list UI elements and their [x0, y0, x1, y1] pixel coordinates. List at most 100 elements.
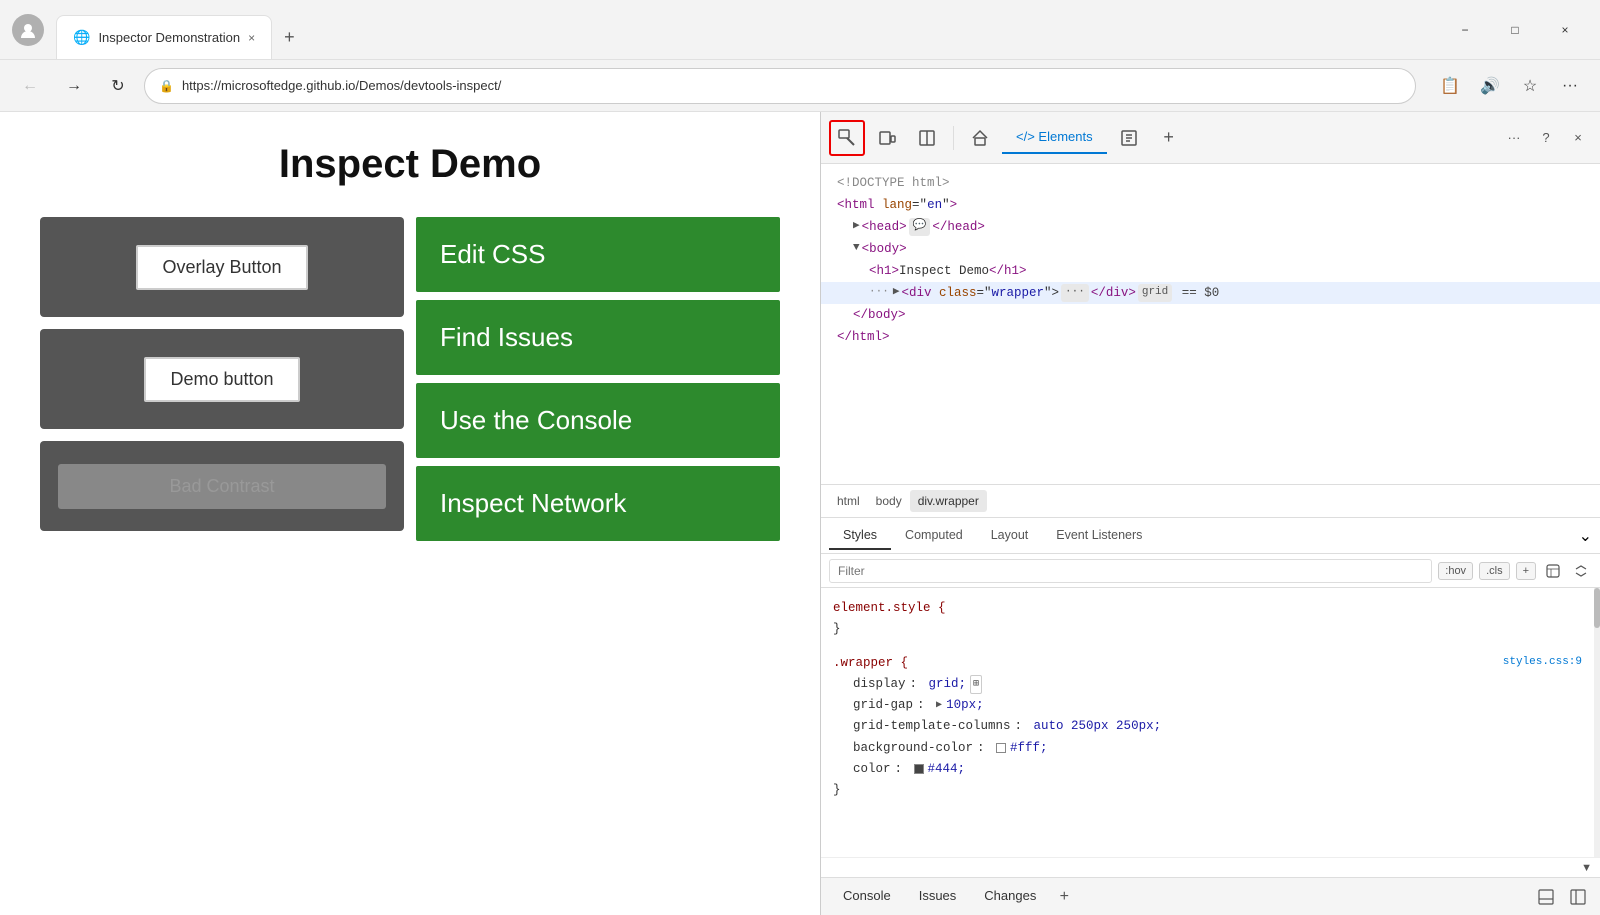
html-line-close-body: </body>: [821, 304, 1600, 326]
console-tab[interactable]: Console: [829, 882, 905, 911]
html-line-h1: <h1> Inspect Demo </h1>: [821, 260, 1600, 282]
html-panel: <!DOCTYPE html> <html lang =" en " > ▶ <…: [821, 164, 1600, 484]
scroll-down-indicator: ▼: [821, 857, 1600, 877]
changes-tab[interactable]: Changes: [970, 882, 1050, 911]
devtools-toolbar: </> Elements + ··· ? ×: [821, 112, 1600, 164]
element-style-selector: element.style {: [833, 598, 1582, 619]
elements-tab[interactable]: </> Elements: [1002, 121, 1107, 154]
layout-tab[interactable]: Layout: [977, 522, 1043, 550]
css-prop-bg-color: background-color : #fff;: [833, 738, 1582, 759]
styles-filter-input[interactable]: [829, 559, 1432, 583]
inspect-network-button[interactable]: Inspect Network: [416, 466, 780, 541]
plus-button[interactable]: +: [1151, 120, 1187, 156]
grid-icon: ⊞: [970, 675, 982, 694]
overlay-button[interactable]: Overlay Button: [136, 245, 307, 290]
bottom-right-icons: [1532, 883, 1592, 911]
settings-icon[interactable]: ···: [1552, 68, 1588, 104]
demo-grid: Overlay Button Demo button Bad Contrast …: [40, 217, 780, 541]
tab-bar: 🌐 Inspector Demonstration × +: [56, 0, 1442, 59]
styles-dropdown[interactable]: ⌄: [1579, 526, 1592, 546]
read-aloud-icon[interactable]: 🔊: [1472, 68, 1508, 104]
right-column: Edit CSS Find Issues Use the Console Ins…: [416, 217, 780, 541]
forward-button[interactable]: →: [56, 68, 92, 104]
computed-tab[interactable]: Computed: [891, 522, 977, 550]
css-prop-grid-gap: grid-gap : ▶ 10px;: [833, 695, 1582, 716]
tab-title: Inspector Demonstration: [98, 30, 240, 45]
device-emulation-button[interactable]: [869, 120, 905, 156]
devtools-panel: </> Elements + ··· ? ×: [820, 112, 1600, 915]
html-line-body: ▼ <body>: [821, 238, 1600, 260]
new-tab-button[interactable]: +: [272, 15, 307, 59]
html-line-wrapper[interactable]: ··· ▶ <div class =" wrapper "> ··· </div…: [821, 282, 1600, 304]
cls-button[interactable]: .cls: [1479, 562, 1510, 580]
active-tab[interactable]: 🌐 Inspector Demonstration ×: [56, 15, 272, 59]
styles-tab[interactable]: Styles: [829, 522, 891, 550]
inspect-element-button[interactable]: [829, 120, 865, 156]
webpage-content: Inspect Demo Overlay Button Demo button …: [0, 112, 820, 915]
find-issues-button[interactable]: Find Issues: [416, 300, 780, 375]
expand-icon[interactable]: [1570, 560, 1592, 582]
bad-contrast-panel: Bad Contrast: [40, 441, 404, 531]
css-panel: element.style { } .wrapper { styles.css:…: [821, 588, 1594, 857]
element-style-block: element.style { }: [821, 592, 1594, 647]
left-column: Overlay Button Demo button Bad Contrast: [40, 217, 404, 541]
add-style-button[interactable]: +: [1516, 562, 1536, 580]
maximize-button[interactable]: □: [1492, 14, 1538, 46]
more-tools-button[interactable]: ···: [1500, 124, 1528, 152]
title-bar: 🌐 Inspector Demonstration × + − □ ×: [0, 0, 1600, 60]
color-swatch: [914, 764, 924, 774]
gap-arrow: ▶: [936, 697, 942, 714]
undock-icon[interactable]: [1564, 883, 1592, 911]
css-prop-grid-template: grid-template-columns : auto 250px 250px…: [833, 716, 1582, 737]
color-format-icon[interactable]: [1542, 560, 1564, 582]
edge-icon: 🌐: [73, 29, 90, 46]
minimize-button[interactable]: −: [1442, 14, 1488, 46]
breadcrumb-wrapper[interactable]: div.wrapper: [910, 490, 987, 512]
bad-contrast-button[interactable]: Bad Contrast: [58, 464, 386, 509]
content-area: Inspect Demo Overlay Button Demo button …: [0, 112, 1600, 915]
styles-source-link[interactable]: styles.css:9: [1503, 653, 1582, 674]
layout-button[interactable]: [909, 120, 945, 156]
back-button[interactable]: ←: [12, 68, 48, 104]
css-prop-color: color : #444;: [833, 759, 1582, 780]
use-console-button[interactable]: Use the Console: [416, 383, 780, 458]
styles-tabs: Styles Computed Layout Event Listeners ⌄: [821, 518, 1600, 554]
hov-button[interactable]: :hov: [1438, 562, 1473, 580]
toolbar-separator: [953, 126, 954, 150]
window-controls: − □ ×: [1442, 14, 1588, 46]
breadcrumb-body[interactable]: body: [868, 490, 910, 512]
overlay-panel: Overlay Button: [40, 217, 404, 317]
close-button[interactable]: ×: [1542, 14, 1588, 46]
css-prop-display: display : grid; ⊞: [833, 674, 1582, 695]
devtools-close-button[interactable]: ×: [1564, 124, 1592, 152]
tab-close-button[interactable]: ×: [248, 31, 255, 45]
refresh-button[interactable]: ↻: [100, 68, 136, 104]
add-tab-button[interactable]: +: [1050, 883, 1078, 911]
page-title: Inspect Demo: [40, 142, 780, 187]
wrapper-selector-line: .wrapper { styles.css:9: [833, 653, 1582, 674]
html-line-close-html: </html>: [821, 326, 1600, 348]
lock-icon: 🔒: [159, 79, 174, 93]
nav-right-icons: 📋 🔊 ☆ ···: [1432, 68, 1588, 104]
event-listeners-tab[interactable]: Event Listeners: [1042, 522, 1156, 550]
wrapper-style-close: }: [833, 780, 1582, 801]
breadcrumb-html[interactable]: html: [829, 490, 868, 512]
home-button[interactable]: [962, 120, 998, 156]
css-panel-wrapper: element.style { } .wrapper { styles.css:…: [821, 588, 1600, 857]
user-avatar: [12, 14, 44, 46]
address-bar[interactable]: 🔒 https://microsoftedge.github.io/Demos/…: [144, 68, 1416, 104]
favorites-icon[interactable]: ☆: [1512, 68, 1548, 104]
demo-button[interactable]: Demo button: [144, 357, 299, 402]
html-line-head: ▶ <head> 💬 </head>: [821, 216, 1600, 238]
css-overview-button[interactable]: [1111, 120, 1147, 156]
collections-icon[interactable]: 📋: [1432, 68, 1468, 104]
html-line-html: <html lang =" en " >: [821, 194, 1600, 216]
dock-bottom-icon[interactable]: [1532, 883, 1560, 911]
css-scrollbar[interactable]: [1594, 588, 1600, 857]
edit-css-button[interactable]: Edit CSS: [416, 217, 780, 292]
navigation-bar: ← → ↻ 🔒 https://microsoftedge.github.io/…: [0, 60, 1600, 112]
help-button[interactable]: ?: [1532, 124, 1560, 152]
html-line-doctype: <!DOCTYPE html>: [821, 172, 1600, 194]
css-scrollbar-thumb: [1594, 588, 1600, 628]
issues-tab[interactable]: Issues: [905, 882, 971, 911]
